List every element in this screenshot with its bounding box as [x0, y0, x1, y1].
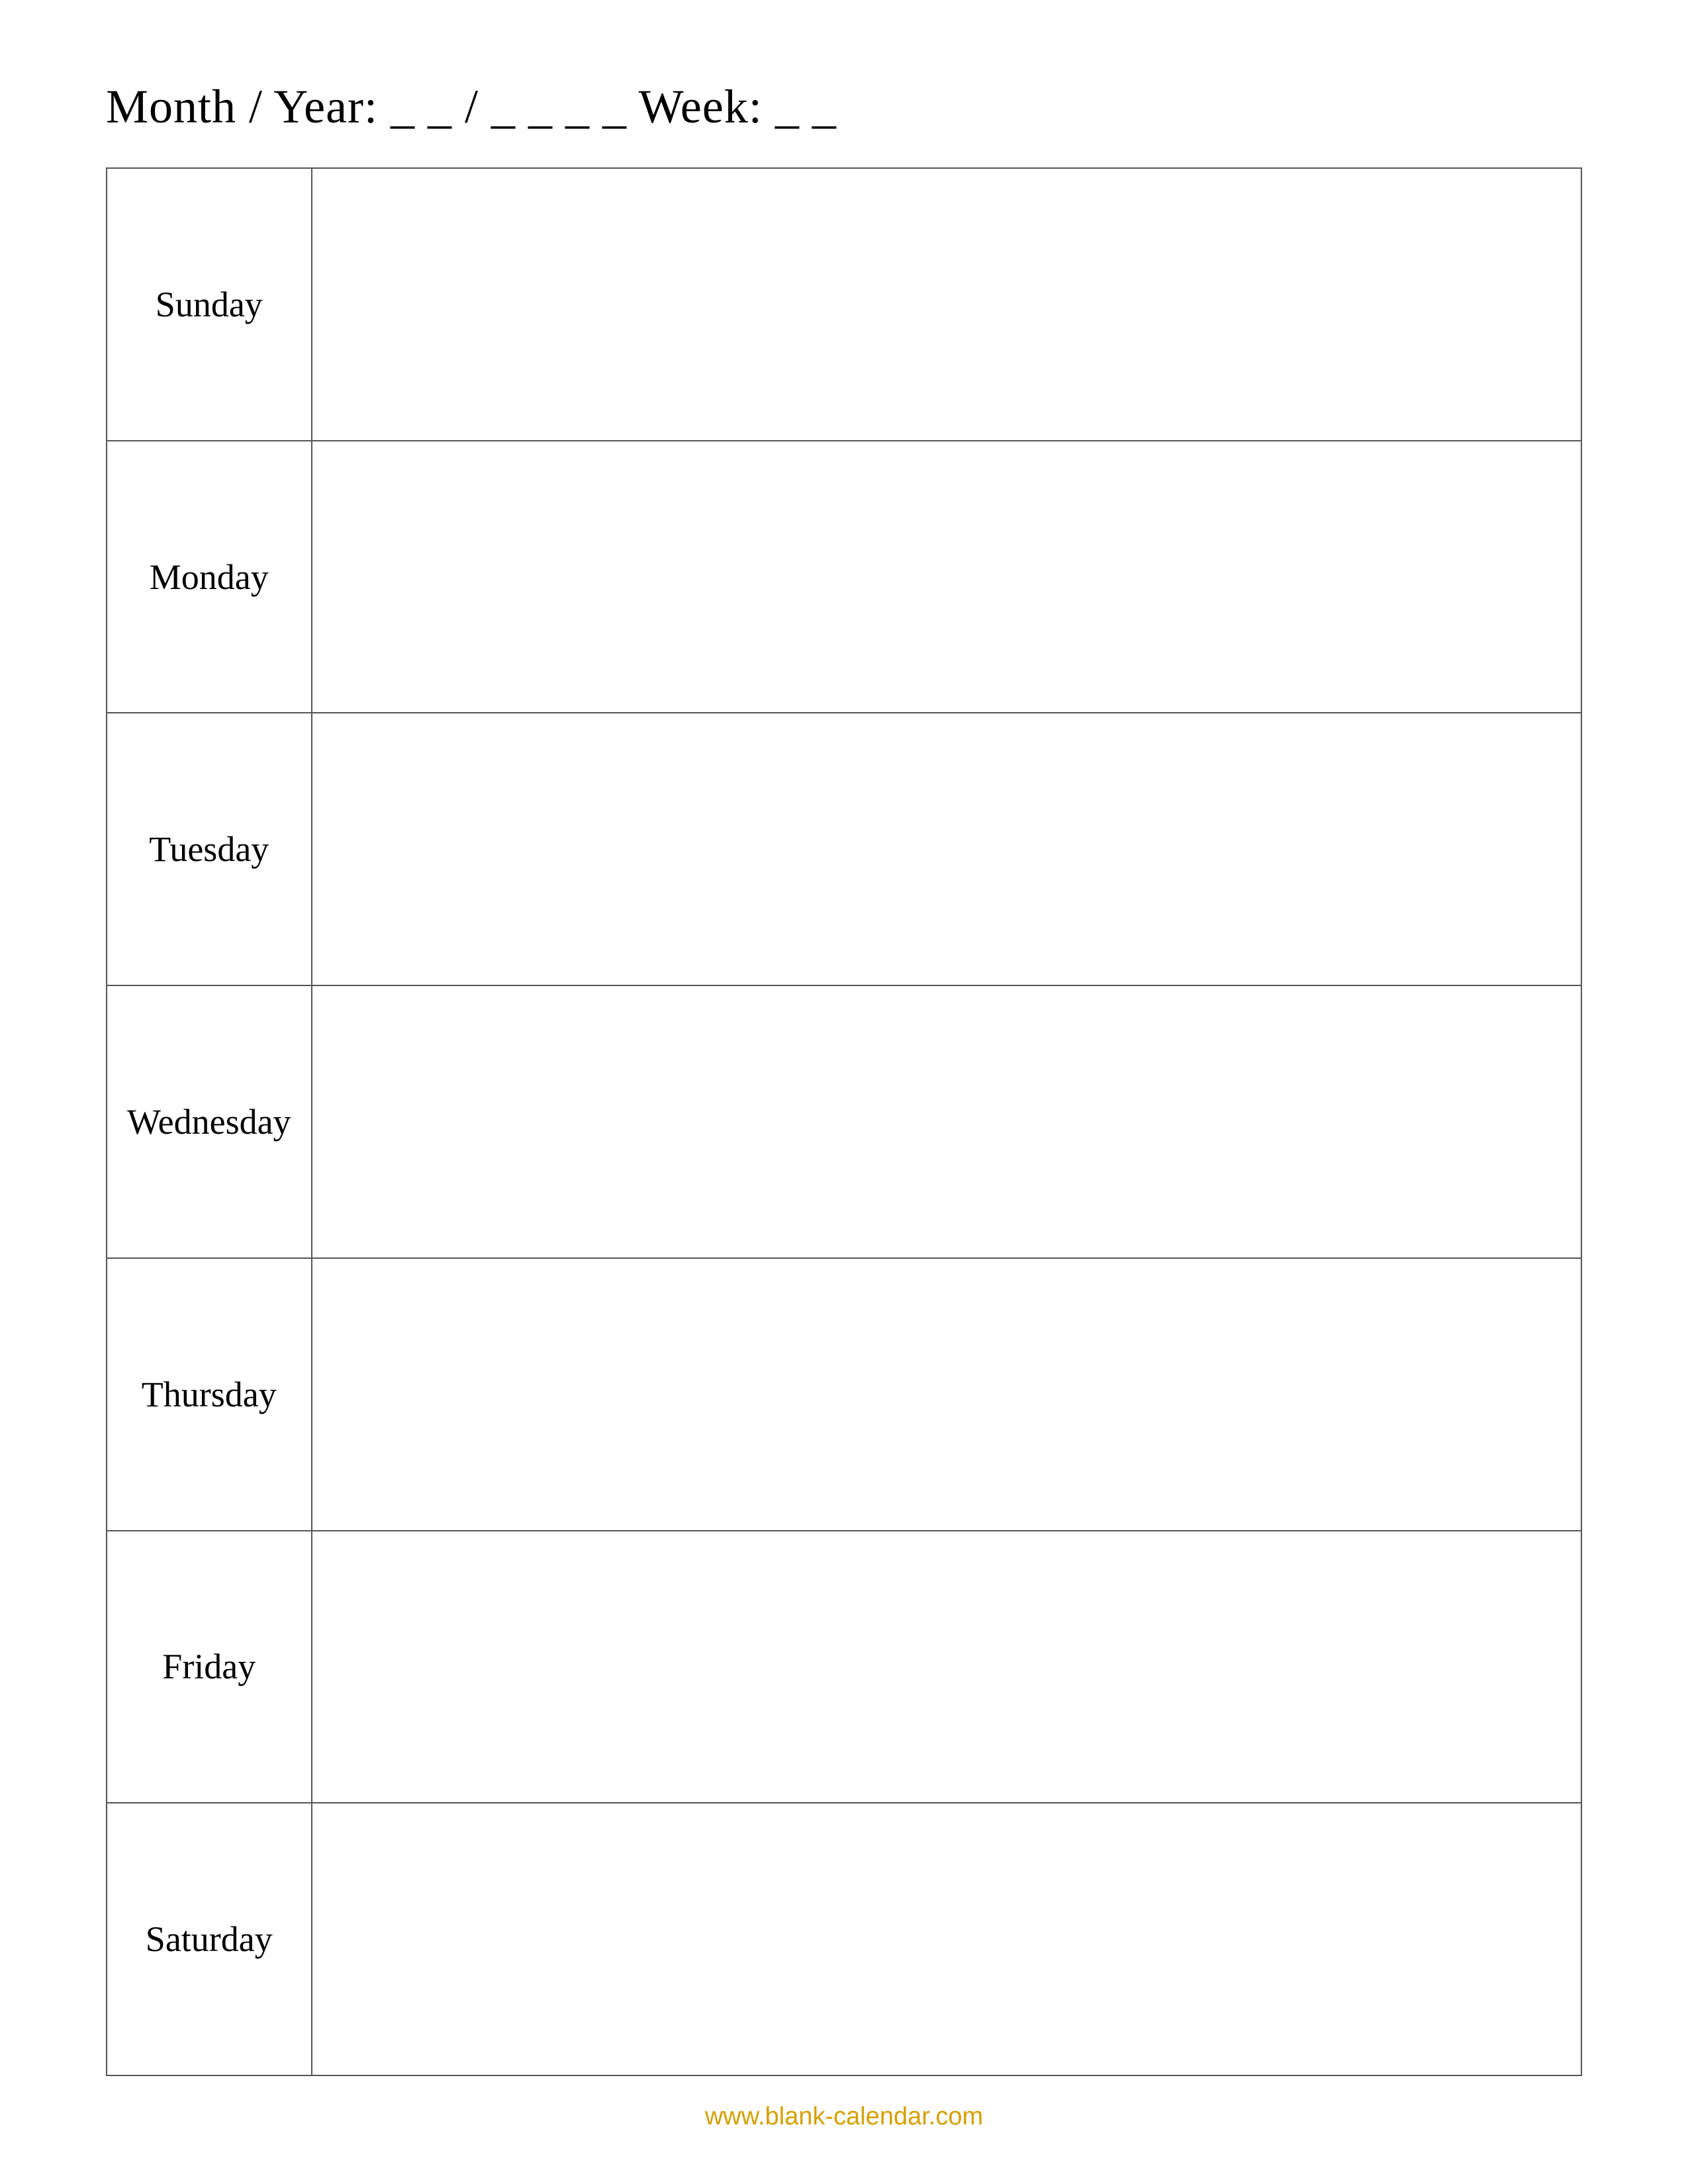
- day-label-friday: Friday: [107, 1531, 312, 1803]
- day-content-saturday[interactable]: [312, 1803, 1581, 2075]
- calendar-row-saturday: Saturday: [107, 1803, 1581, 2075]
- day-content-thursday[interactable]: [312, 1258, 1581, 1531]
- day-label-wednesday: Wednesday: [107, 985, 312, 1258]
- day-label-saturday: Saturday: [107, 1803, 312, 2075]
- day-label-sunday: Sunday: [107, 168, 312, 441]
- calendar-row-friday: Friday: [107, 1531, 1581, 1803]
- day-content-monday[interactable]: [312, 441, 1581, 713]
- day-label-tuesday: Tuesday: [107, 713, 312, 985]
- calendar-row-thursday: Thursday: [107, 1258, 1581, 1531]
- calendar-table: SundayMondayTuesdayWednesdayThursdayFrid…: [106, 167, 1582, 2076]
- month-year-week-header: Month / Year: _ _ / _ _ _ _ Week: _ _: [106, 79, 1582, 134]
- day-content-friday[interactable]: [312, 1531, 1581, 1803]
- day-content-wednesday[interactable]: [312, 985, 1581, 1258]
- day-content-tuesday[interactable]: [312, 713, 1581, 985]
- calendar-row-monday: Monday: [107, 441, 1581, 713]
- calendar-row-sunday: Sunday: [107, 168, 1581, 441]
- calendar-row-tuesday: Tuesday: [107, 713, 1581, 985]
- day-content-sunday[interactable]: [312, 168, 1581, 441]
- page-container: Month / Year: _ _ / _ _ _ _ Week: _ _ Su…: [106, 79, 1582, 2131]
- footer-url[interactable]: www.blank-calendar.com: [705, 2103, 983, 2130]
- calendar-row-wednesday: Wednesday: [107, 985, 1581, 1258]
- footer: www.blank-calendar.com: [106, 2103, 1582, 2131]
- day-label-thursday: Thursday: [107, 1258, 312, 1531]
- day-label-monday: Monday: [107, 441, 312, 713]
